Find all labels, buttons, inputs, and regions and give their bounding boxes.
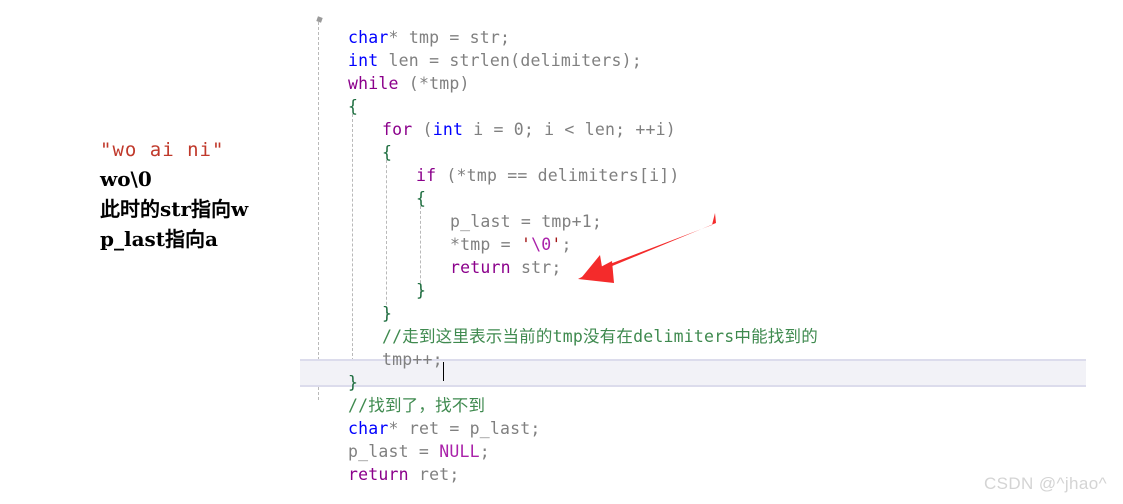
token-comment-found-or-not: //找到了，找不到 xyxy=(348,396,486,415)
code-line-20[interactable]: return ret; xyxy=(300,463,1100,486)
code-line-4[interactable]: { xyxy=(300,95,1100,118)
code-line-18[interactable]: char* ret = p_last; xyxy=(300,417,1100,440)
code-line-14[interactable]: //走到这里表示当前的tmp没有在delimiters中能找到的 xyxy=(300,325,1100,348)
token-assign: = xyxy=(418,51,450,70)
text-cursor-caret xyxy=(443,362,444,381)
token-brace-open-for: { xyxy=(382,143,393,162)
token-star: * xyxy=(388,419,399,438)
code-line-10[interactable]: *tmp = '\0'; xyxy=(300,233,1100,256)
token-ret-assign: ret = p_last; xyxy=(398,419,541,438)
token-brace-close-while: } xyxy=(348,373,359,392)
code-line-7[interactable]: if (*tmp == delimiters[i]) xyxy=(300,164,1100,187)
token-for-clause: i = 0; i < len; ++i) xyxy=(463,120,676,139)
token-keyword-return: return xyxy=(348,465,409,484)
annotation-line-wo-null: wo\0 xyxy=(100,167,152,191)
token-keyword-for: for xyxy=(382,120,413,139)
code-line-9[interactable]: p_last = tmp+1; xyxy=(300,210,1100,233)
code-line-16[interactable]: } xyxy=(300,371,1100,394)
token-paren-close: ) xyxy=(621,51,632,70)
token-paren-open: ( xyxy=(510,51,521,70)
token-semicolon: ; xyxy=(479,442,490,461)
annotation-line-plast-points-to-a: p_last指向a xyxy=(100,227,218,251)
token-star: * xyxy=(388,28,399,47)
code-line-17[interactable]: //找到了，找不到 xyxy=(300,394,1100,417)
code-line-12[interactable]: } xyxy=(300,279,1100,302)
token-semicolon: ; xyxy=(561,235,572,254)
token-plast-assign: p_last = xyxy=(348,442,440,461)
token-while-condition: (*tmp) xyxy=(398,74,470,93)
token-keyword-if: if xyxy=(416,166,437,185)
token-paren-open: ( xyxy=(412,120,433,139)
token-ident-tmp: tmp xyxy=(398,28,440,47)
token-semicolon: ; xyxy=(500,28,511,47)
token-macro-null: NULL xyxy=(439,442,480,461)
token-brace-open-while: { xyxy=(348,97,359,116)
token-if-condition: (*tmp == delimiters[i]) xyxy=(436,166,680,185)
code-line-6[interactable]: { xyxy=(300,141,1100,164)
token-escape-null: \0 xyxy=(531,235,552,254)
token-return-value-str: str; xyxy=(510,258,562,277)
annotation-line-str-points-to-w: 此时的str指向w xyxy=(100,197,249,221)
code-line-11[interactable]: return str; xyxy=(300,256,1100,279)
token-stmt-deref-assign: *tmp = xyxy=(450,235,521,254)
code-line-2[interactable]: int len = strlen(delimiters); xyxy=(300,49,1100,72)
token-stmt-tmp-increment: tmp++; xyxy=(382,350,443,369)
code-line-5[interactable]: for (int i = 0; i < len; ++i) xyxy=(300,118,1100,141)
code-line-15-current[interactable]: tmp++; xyxy=(300,348,1100,371)
token-semicolon: ; xyxy=(631,51,642,70)
code-line-13[interactable]: } xyxy=(300,302,1100,325)
annotation-line-string-literal: "wo ai ni" xyxy=(100,139,225,161)
token-comment-not-found-in-delimiters: //走到这里表示当前的tmp没有在delimiters中能找到的 xyxy=(382,327,818,346)
token-brace-open-if: { xyxy=(416,189,427,208)
token-keyword-int: int xyxy=(432,120,464,139)
token-quote-open: ' xyxy=(520,235,532,254)
handwritten-annotation-block: "wo ai ni" wo\0 此时的str指向w p_last指向a xyxy=(100,136,310,254)
token-brace-close-if: } xyxy=(416,281,427,300)
code-line-1[interactable]: char* tmp = str; xyxy=(300,26,1100,49)
token-keyword-char: char xyxy=(348,28,389,47)
token-brace-close-for: } xyxy=(382,304,393,323)
token-keyword-return: return xyxy=(450,258,511,277)
token-ident-str: str xyxy=(469,28,501,47)
screenshot-root: "wo ai ni" wo\0 此时的str指向w p_last指向a char… xyxy=(0,0,1123,504)
token-ident-len: len xyxy=(378,51,419,70)
code-line-19[interactable]: p_last = NULL; xyxy=(300,440,1100,463)
token-quote-close: ' xyxy=(551,235,562,254)
token-call-strlen: strlen xyxy=(449,51,511,70)
token-keyword-char: char xyxy=(348,419,389,438)
token-return-value-ret: ret; xyxy=(408,465,460,484)
csdn-watermark: CSDN @^jhao^ xyxy=(983,474,1107,493)
token-assign: = xyxy=(439,28,470,47)
code-line-8[interactable]: { xyxy=(300,187,1100,210)
code-line-3[interactable]: while (*tmp) xyxy=(300,72,1100,95)
token-keyword-while: while xyxy=(348,74,399,93)
token-keyword-int: int xyxy=(348,51,379,70)
token-arg-delimiters: delimiters xyxy=(520,51,622,70)
token-stmt-plast-assign: p_last = tmp+1; xyxy=(450,212,603,231)
code-editor-pane[interactable]: char* tmp = str; int len = strlen(delimi… xyxy=(300,14,1100,494)
